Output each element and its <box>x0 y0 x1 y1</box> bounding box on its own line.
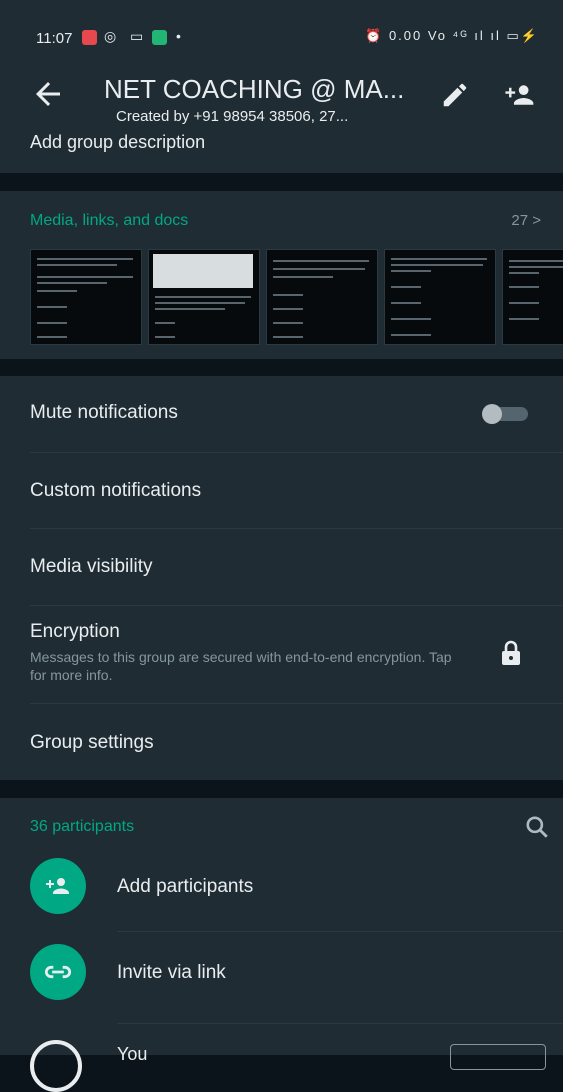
media-thumbnail[interactable] <box>384 249 496 345</box>
media-links-docs-label[interactable]: Media, links, and docs <box>30 212 188 230</box>
description-section: Add group description <box>0 128 563 173</box>
mute-toggle[interactable] <box>480 404 530 424</box>
search-participants-button[interactable] <box>524 814 550 840</box>
message-icon: ▭ <box>130 28 144 44</box>
add-person-icon <box>46 878 69 894</box>
status-time: 11:07 <box>36 30 73 47</box>
media-visibility-row[interactable]: Media visibility <box>0 529 563 605</box>
media-thumbnail[interactable] <box>148 249 260 345</box>
group-settings-label: Group settings <box>30 732 154 753</box>
encryption-label: Encryption <box>30 621 120 642</box>
media-thumbnails <box>30 249 563 347</box>
custom-notifications-row[interactable]: Custom notifications <box>0 453 563 528</box>
notification-badge-icon <box>82 30 97 45</box>
invite-via-link-row[interactable]: Invite via link <box>0 932 563 1008</box>
back-button[interactable] <box>30 76 66 112</box>
link-icon <box>45 965 71 979</box>
app-badge-icon <box>152 30 167 45</box>
status-bar: 11:07 ◎ ▭ • ⏰ 0.00 Vo ⁴ᴳ ıl ıl ▭⚡ <box>0 0 563 62</box>
invite-link-circle <box>30 944 86 1000</box>
mute-notifications-label: Mute notifications <box>30 402 178 423</box>
participants-section: 36 participants Add participants Invite … <box>0 798 563 1055</box>
media-thumbnail[interactable] <box>266 249 378 345</box>
search-icon <box>526 816 548 838</box>
group-subtitle: Created by +91 98954 38506, 27... <box>116 108 349 125</box>
media-section: Media, links, and docs 27 > <box>0 191 563 359</box>
mute-notifications-row[interactable]: Mute notifications <box>0 376 563 452</box>
add-participants-row[interactable]: Add participants <box>0 856 563 930</box>
participants-count: 36 participants <box>30 818 135 835</box>
group-settings-row[interactable]: Group settings <box>0 704 563 780</box>
media-thumbnail[interactable] <box>30 249 142 345</box>
custom-notifications-label: Custom notifications <box>30 480 202 501</box>
add-participants-label: Add participants <box>117 876 254 897</box>
divider <box>117 1023 563 1024</box>
group-title[interactable]: NET COACHING @ MA... <box>104 74 404 105</box>
add-participants-circle <box>30 858 86 914</box>
dot-icon: • <box>176 28 181 44</box>
add-participant-header-button[interactable] <box>503 80 537 110</box>
encryption-description: Messages to this group are secured with … <box>30 649 452 683</box>
encryption-row[interactable]: Encryption Messages to this group are se… <box>0 606 563 703</box>
arrow-left-icon <box>36 82 60 106</box>
media-visibility-label: Media visibility <box>30 556 153 577</box>
edit-button[interactable] <box>440 80 470 110</box>
add-group-description[interactable]: Add group description <box>30 132 205 153</box>
settings-section: Mute notifications Custom notifications … <box>0 376 563 780</box>
media-thumbnail[interactable] <box>502 249 563 345</box>
status-indicators: ⏰ 0.00 Vo ⁴ᴳ ıl ıl ▭⚡ <box>365 28 539 43</box>
lock-icon <box>502 640 520 665</box>
media-count[interactable]: 27 > <box>511 212 541 229</box>
invite-via-link-label: Invite via link <box>117 962 226 983</box>
app-bar: NET COACHING @ MA... Created by +91 9895… <box>0 62 563 128</box>
avatar[interactable] <box>30 1040 82 1092</box>
add-person-icon <box>505 85 534 105</box>
pencil-icon <box>443 83 467 107</box>
admin-badge <box>450 1044 546 1070</box>
whatsapp-icon: ◎ <box>104 28 117 44</box>
